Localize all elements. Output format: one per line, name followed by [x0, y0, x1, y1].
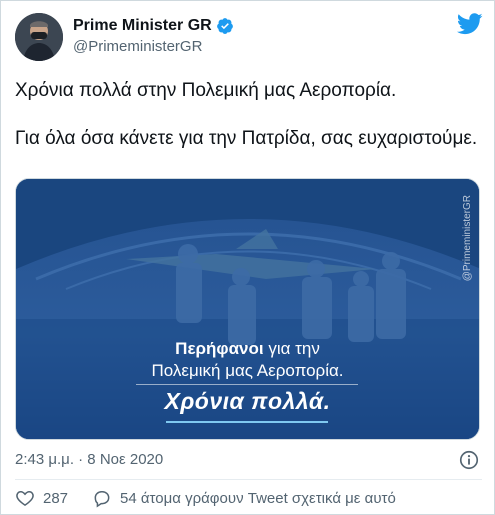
- like-button[interactable]: 287: [15, 488, 68, 508]
- author-names: Prime Minister GR @PrimeministerGR: [73, 17, 234, 55]
- twitter-logo-icon[interactable]: [457, 13, 483, 35]
- image-caption-line1: Περήφανοι για την: [16, 339, 479, 359]
- like-count: 287: [43, 489, 69, 507]
- reply-bubble-icon: [94, 491, 110, 508]
- verified-badge-icon: [216, 18, 233, 34]
- tweet-media-image[interactable]: @PrimeministerGR Περήφανοι για την Πολεμ…: [15, 178, 480, 440]
- tweet-timestamp[interactable]: 2:43 μ.μ. · 8 Νοε 2020: [15, 451, 163, 468]
- handle[interactable]: @PrimeministerGR: [73, 38, 234, 55]
- avatar[interactable]: [15, 13, 63, 61]
- image-watermark: @PrimeministerGR: [462, 195, 473, 282]
- tweet-text: Χρόνια πολλά στην Πολεμική μας Αεροπορία…: [15, 79, 480, 175]
- divider: [15, 479, 482, 480]
- image-caption-line2: Πολεμική μας Αεροπορία.: [151, 361, 344, 380]
- tweet-card: Prime Minister GR @PrimeministerGR Χρόνι…: [0, 0, 495, 515]
- heart-icon: [16, 490, 34, 506]
- info-icon[interactable]: [458, 449, 480, 471]
- display-name[interactable]: Prime Minister GR: [73, 17, 212, 35]
- tweet-header: Prime Minister GR @PrimeministerGR: [15, 13, 485, 65]
- caption-divider: [136, 384, 358, 385]
- tweet-paragraph: Για όλα όσα κάνετε για την Πατρίδα, σας …: [15, 128, 478, 149]
- tweet-actions: 287 54 άτομα γράφουν Tweet σχετικά με αυ…: [15, 488, 396, 508]
- caption-underline: [166, 421, 328, 423]
- tweet-paragraph: Χρόνια πολλά στην Πολεμική μας Αεροπορία…: [15, 80, 397, 101]
- conversation-button[interactable]: 54 άτομα γράφουν Tweet σχετικά με αυτό: [92, 488, 396, 508]
- conversation-label: 54 άτομα γράφουν Tweet σχετικά με αυτό: [120, 489, 396, 507]
- image-caption-line3: Χρόνια πολλά.: [164, 388, 331, 414]
- caption-bold: Περήφανοι: [175, 339, 264, 358]
- caption-rest: για την: [263, 339, 320, 358]
